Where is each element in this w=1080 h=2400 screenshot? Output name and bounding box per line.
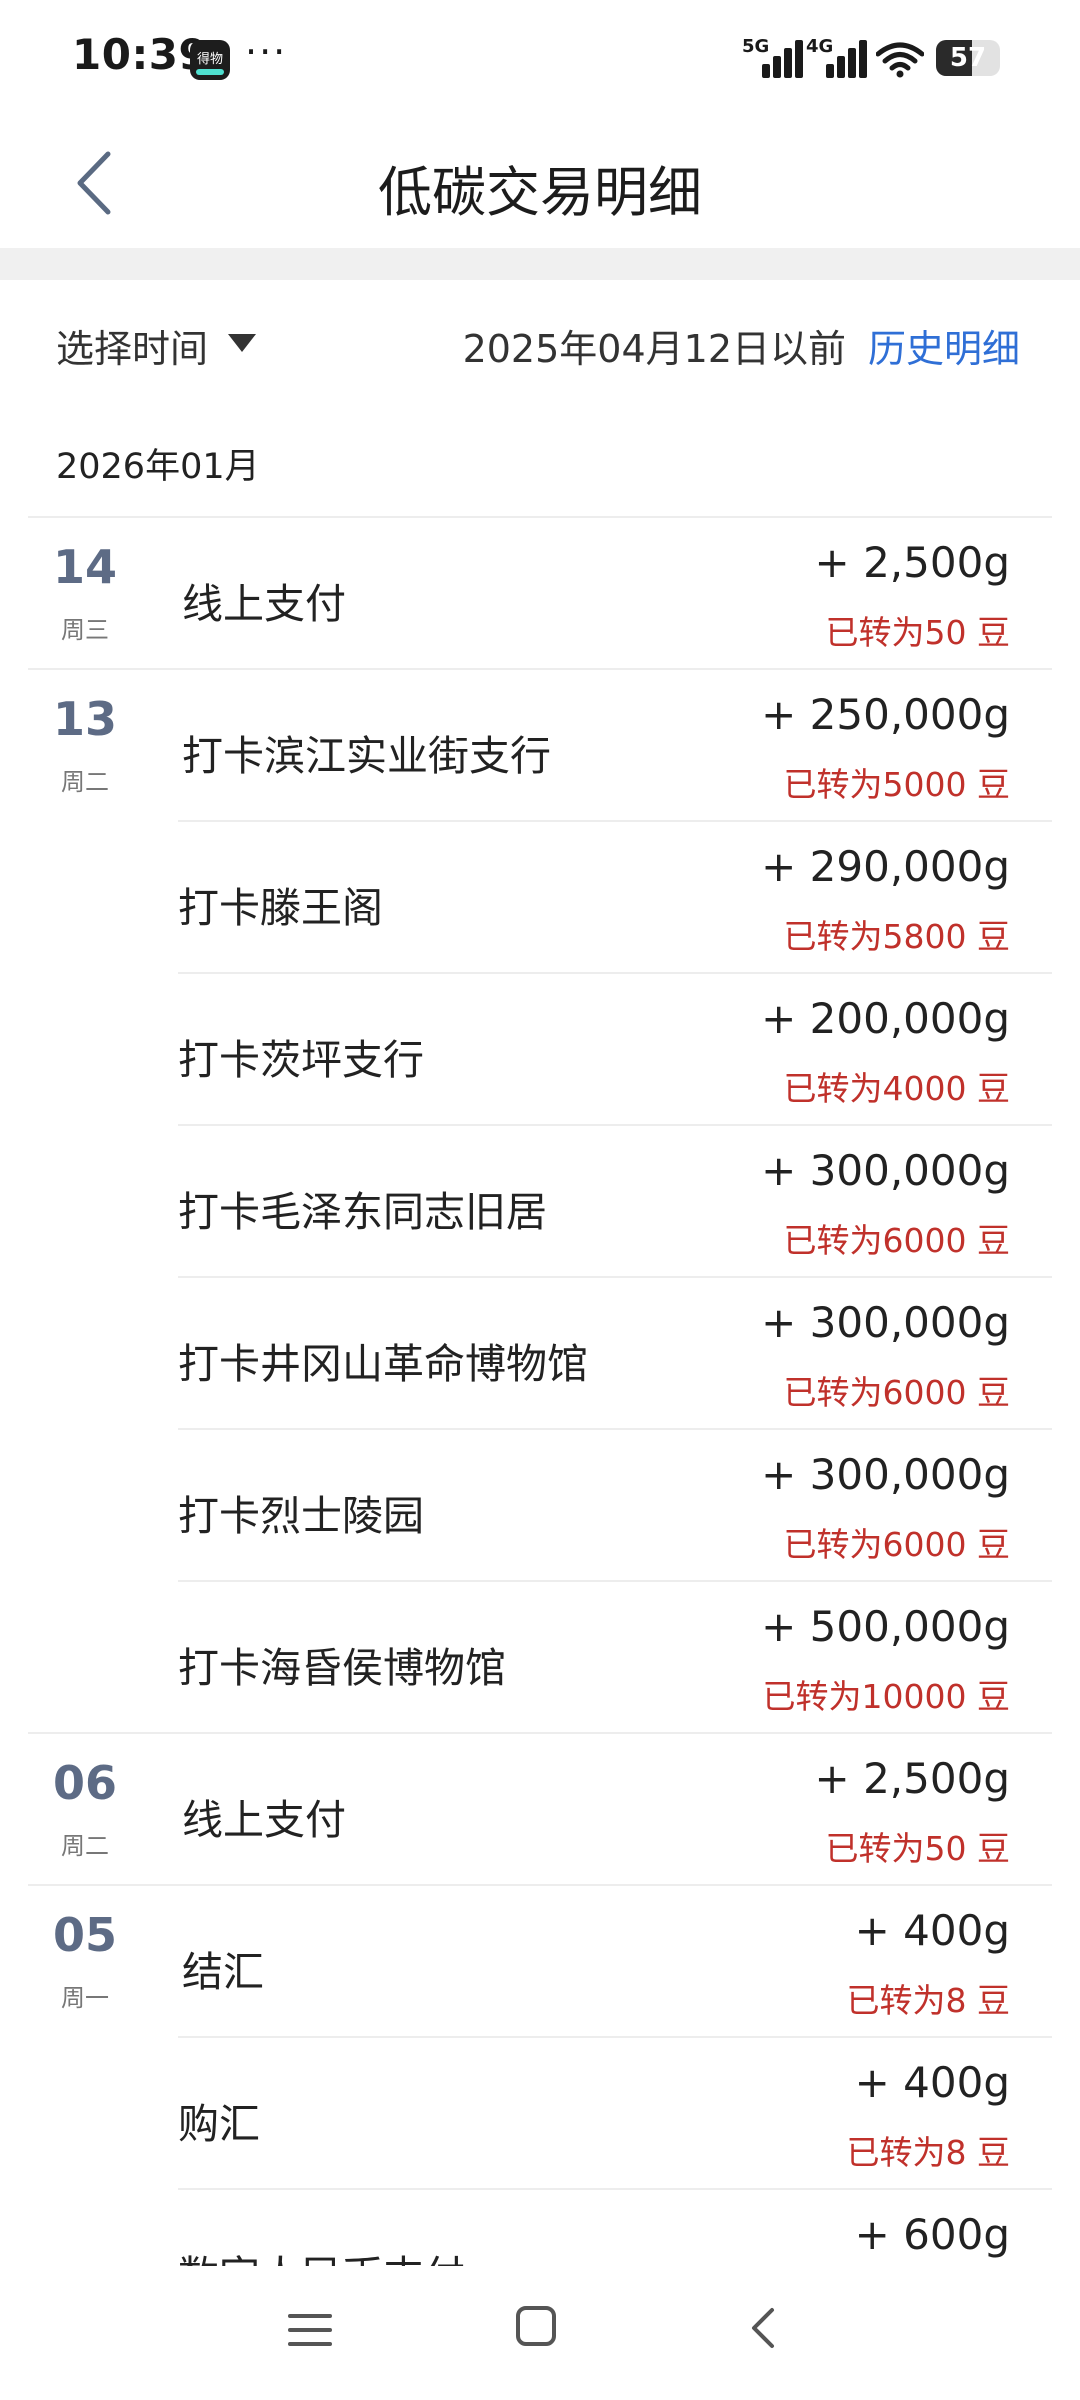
beans-converted: 已转为50 豆: [825, 1829, 1010, 1868]
transaction-title: 打卡毛泽东同志旧居: [178, 1188, 547, 1236]
date-column: [28, 1428, 142, 1580]
transaction-body: 打卡滨江实业街支行 + 250,000g 已转为5000 豆: [28, 668, 1052, 820]
beans-converted: 已转为8 豆: [846, 1981, 1011, 2020]
transaction-body: 数字人民币支付 + 600g: [178, 2188, 1052, 2266]
beans-converted: 已转为6000 豆: [783, 1525, 1010, 1564]
month-header: 2026年01月: [56, 447, 260, 487]
beans-converted: 已转为5000 豆: [783, 765, 1010, 804]
transaction-row[interactable]: 数字人民币支付 + 600g: [0, 2188, 1080, 2266]
app-notification-icon: 得物: [190, 40, 230, 80]
carbon-amount: + 500,000g: [761, 1602, 1010, 1651]
transaction-row[interactable]: 14 周三 线上支付 + 2,500g 已转为50 豆: [0, 516, 1080, 668]
history-detail-link[interactable]: 历史明细: [868, 318, 1020, 373]
battery-level: 57: [949, 43, 987, 73]
transaction-title: 打卡滕王阁: [178, 884, 383, 932]
carbon-amount: + 400g: [854, 1906, 1010, 1955]
transaction-row[interactable]: 打卡井冈山革命博物馆 + 300,000g 已转为6000 豆: [0, 1276, 1080, 1428]
transaction-title: 打卡茨坪支行: [178, 1036, 424, 1084]
filter-row: 选择时间 2025年04月12日以前 历史明细: [0, 300, 1080, 390]
wifi-icon: [876, 42, 924, 78]
transaction-title: 打卡井冈山革命博物馆: [178, 1340, 588, 1388]
transaction-title: 结汇: [182, 1948, 264, 1996]
date-column: [28, 1276, 142, 1428]
more-notifications-icon: ···: [245, 30, 288, 74]
transaction-body: 购汇 + 400g 已转为8 豆: [178, 2036, 1052, 2188]
transaction-title: 线上支付: [182, 580, 346, 628]
transaction-row[interactable]: 打卡茨坪支行 + 200,000g 已转为4000 豆: [0, 972, 1080, 1124]
carbon-amount: + 250,000g: [761, 690, 1010, 739]
carbon-amount: + 300,000g: [761, 1450, 1010, 1499]
transaction-row[interactable]: 13 周二 打卡滨江实业街支行 + 250,000g 已转为5000 豆: [0, 668, 1080, 820]
home-square-icon[interactable]: [516, 2306, 556, 2346]
before-date-text: 2025年04月12日以前: [462, 327, 846, 371]
date-column: [28, 2188, 142, 2266]
transaction-body: 打卡海昏侯博物馆 + 500,000g 已转为10000 豆: [178, 1580, 1052, 1732]
transaction-title: 数字人民币支付: [178, 2242, 465, 2266]
carbon-amount: + 300,000g: [761, 1298, 1010, 1347]
header: 低碳交易明细: [0, 118, 1080, 248]
transaction-body: 打卡滕王阁 + 290,000g 已转为5800 豆: [178, 820, 1052, 972]
transaction-body: 结汇 + 400g 已转为8 豆: [28, 1884, 1052, 2036]
menu-icon[interactable]: [288, 2310, 332, 2350]
transaction-row[interactable]: 打卡毛泽东同志旧居 + 300,000g 已转为6000 豆: [0, 1124, 1080, 1276]
transaction-body: 线上支付 + 2,500g 已转为50 豆: [28, 1732, 1052, 1884]
transaction-title: 线上支付: [182, 1796, 346, 1844]
beans-converted: 已转为6000 豆: [783, 1221, 1010, 1260]
section-divider: [0, 248, 1080, 280]
transaction-title: 购汇: [178, 2100, 260, 2148]
beans-converted: 已转为10000 豆: [762, 1677, 1010, 1716]
status-bar: 10:39 得物 ··· 5G 4G 57: [0, 0, 1080, 118]
transaction-row[interactable]: 05 周一 结汇 + 400g 已转为8 豆: [0, 1884, 1080, 2036]
transaction-row[interactable]: 打卡烈士陵园 + 300,000g 已转为6000 豆: [0, 1428, 1080, 1580]
beans-converted: 已转为8 豆: [846, 2133, 1011, 2172]
transaction-row[interactable]: 打卡滕王阁 + 290,000g 已转为5800 豆: [0, 820, 1080, 972]
carbon-amount: + 600g: [854, 2210, 1010, 2259]
carbon-amount: + 2,500g: [814, 538, 1010, 587]
date-column: [28, 1124, 142, 1276]
transaction-row[interactable]: 06 周二 线上支付 + 2,500g 已转为50 豆: [0, 1732, 1080, 1884]
beans-converted: 已转为6000 豆: [783, 1373, 1010, 1412]
transaction-body: 打卡烈士陵园 + 300,000g 已转为6000 豆: [178, 1428, 1052, 1580]
transaction-row[interactable]: 打卡海昏侯博物馆 + 500,000g 已转为10000 豆: [0, 1580, 1080, 1732]
caret-down-icon[interactable]: [228, 334, 256, 352]
beans-converted: 已转为4000 豆: [783, 1069, 1010, 1108]
carbon-amount: + 290,000g: [761, 842, 1010, 891]
battery-icon: 57: [936, 40, 1000, 76]
transaction-body: 打卡毛泽东同志旧居 + 300,000g 已转为6000 豆: [178, 1124, 1052, 1276]
back-chevron-icon[interactable]: [744, 2304, 784, 2352]
transaction-row[interactable]: 购汇 + 400g 已转为8 豆: [0, 2036, 1080, 2188]
system-nav-bar: [0, 2268, 1080, 2400]
transaction-title: 打卡滨江实业街支行: [182, 732, 551, 780]
beans-converted: 已转为50 豆: [825, 613, 1010, 652]
carbon-amount: + 300,000g: [761, 1146, 1010, 1195]
page-title: 低碳交易明细: [378, 161, 702, 224]
time-select-button[interactable]: 选择时间: [56, 318, 208, 373]
carbon-amount: + 200,000g: [761, 994, 1010, 1043]
carbon-amount: + 2,500g: [814, 1754, 1010, 1803]
transaction-body: 打卡茨坪支行 + 200,000g 已转为4000 豆: [178, 972, 1052, 1124]
status-time: 10:39: [72, 30, 209, 79]
transaction-list: 14 周三 线上支付 + 2,500g 已转为50 豆 13 周二 打卡滨江实业街支行 + 25…: [0, 516, 1080, 2266]
date-column: [28, 820, 142, 972]
date-column: [28, 2036, 142, 2188]
transaction-title: 打卡烈士陵园: [178, 1492, 424, 1540]
beans-converted: 已转为5800 豆: [783, 917, 1010, 956]
carbon-amount: + 400g: [854, 2058, 1010, 2107]
transaction-body: 线上支付 + 2,500g 已转为50 豆: [28, 516, 1052, 668]
date-column: [28, 972, 142, 1124]
date-column: [28, 1580, 142, 1732]
transaction-body: 打卡井冈山革命博物馆 + 300,000g 已转为6000 豆: [178, 1276, 1052, 1428]
transaction-title: 打卡海昏侯博物馆: [178, 1644, 506, 1692]
